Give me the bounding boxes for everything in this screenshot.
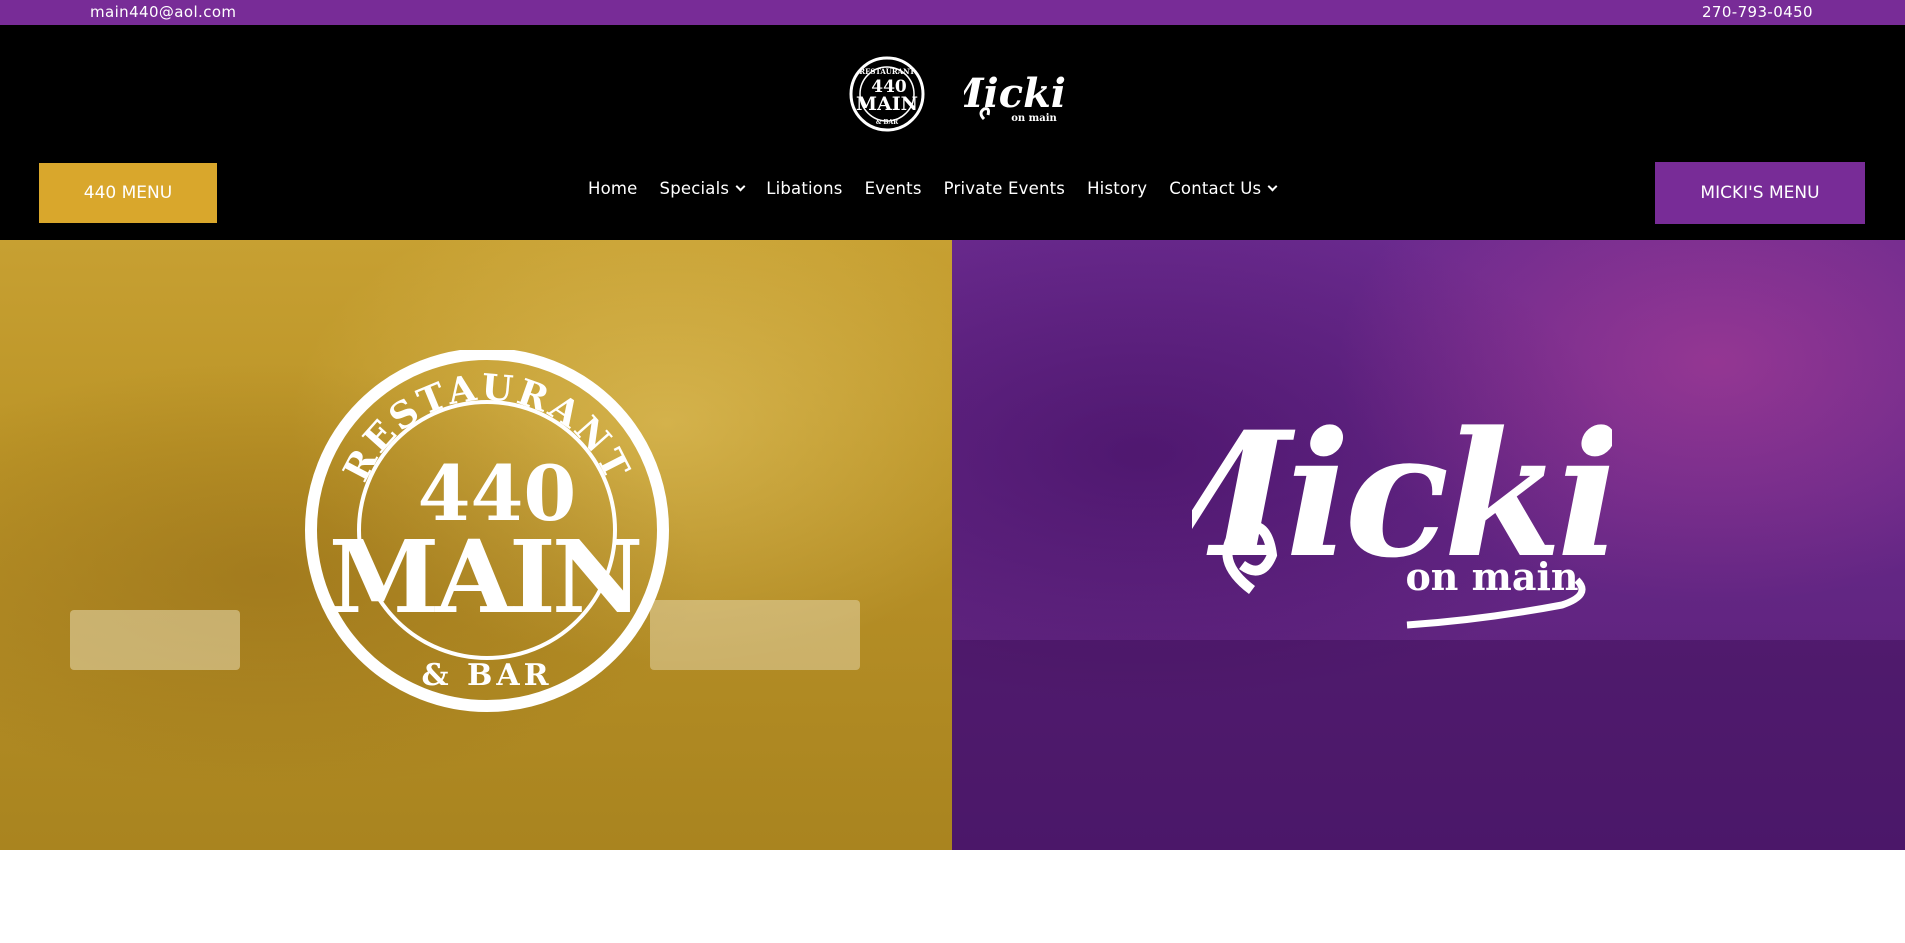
nav-item-events[interactable]: Events — [865, 179, 922, 198]
top-contact-bar: main440@aol.com 270-793-0450 — [0, 0, 1905, 25]
mickis-hero-logo-tagline: on main — [1405, 554, 1578, 599]
nav-item-contact-us[interactable]: Contact Us — [1169, 178, 1278, 198]
restaurant-440-hero-logo: RESTAURANT 440 MAIN & BAR — [305, 350, 669, 712]
chevron-down-icon — [735, 181, 746, 191]
mickis-logo-name: Micki's — [964, 70, 1068, 117]
main-navigation: Home Specials Libations Events Private E… — [588, 175, 1278, 201]
nav-history-label: History — [1087, 178, 1148, 198]
background-bar-counter — [952, 640, 1905, 850]
mickis-hero-logo: Micki's on main — [1192, 393, 1612, 629]
nav-events-label: Events — [864, 178, 922, 198]
nav-item-specials[interactable]: Specials — [659, 178, 746, 198]
mickis-logo[interactable]: Micki's on main — [964, 51, 1068, 135]
chevron-down-icon — [1267, 181, 1278, 191]
logo-top-text: RESTAURANT — [859, 67, 915, 76]
nav-libations-label: Libations — [766, 178, 843, 198]
background-table — [70, 610, 240, 670]
nav-item-home[interactable]: Home — [588, 179, 638, 198]
nav-item-private-events[interactable]: Private Events — [944, 179, 1065, 198]
nav-contact-us-label: Contact Us — [1169, 178, 1262, 198]
nav-specials-label: Specials — [659, 178, 730, 198]
email-link[interactable]: main440@aol.com — [90, 3, 236, 21]
440-menu-button[interactable]: 440 MENU — [39, 163, 217, 223]
nav-home-label: Home — [588, 178, 638, 198]
mickis-logo-tagline: on main — [1011, 113, 1057, 124]
nav-private-events-label: Private Events — [943, 178, 1066, 198]
restaurant-440-logo[interactable]: RESTAURANT 440 MAIN & BAR — [840, 54, 934, 134]
nav-item-history[interactable]: History — [1087, 179, 1147, 198]
logo-bottom-text: & BAR — [876, 119, 899, 126]
hero-440-panel[interactable]: RESTAURANT 440 MAIN & BAR — [0, 240, 952, 850]
logo-name: MAIN — [856, 93, 918, 115]
nav-item-libations[interactable]: Libations — [766, 179, 842, 198]
phone-link[interactable]: 270-793-0450 — [1702, 3, 1813, 21]
hero-mickis-panel[interactable]: Micki's on main — [952, 240, 1905, 850]
page-content-area — [0, 850, 1905, 943]
hero-logo-bottom-text: & BAR — [421, 658, 552, 693]
site-header: RESTAURANT 440 MAIN & BAR Micki's on mai… — [0, 25, 1905, 240]
hero-logo-name: MAIN — [329, 518, 640, 636]
mickis-menu-button[interactable]: MICKI'S MENU — [1655, 162, 1865, 224]
